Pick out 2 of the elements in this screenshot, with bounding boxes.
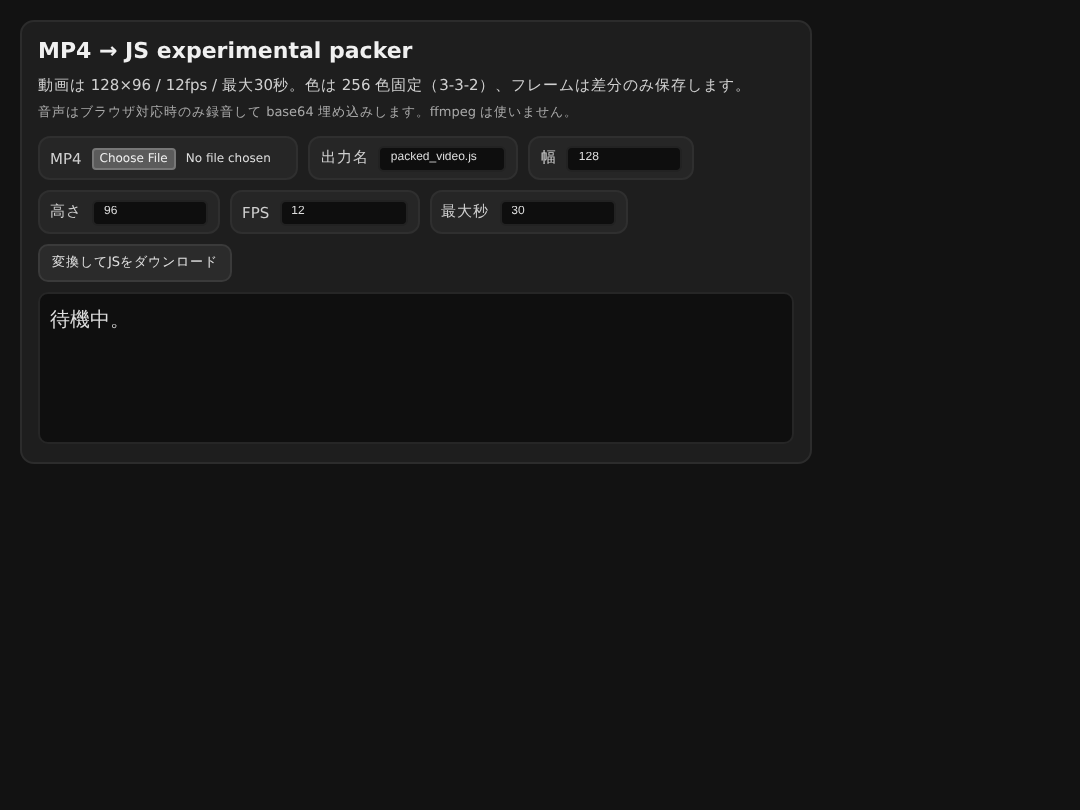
app-title: MP4 → JS experimental packer [38,38,415,64]
log-output: 待機中。 [38,292,794,444]
